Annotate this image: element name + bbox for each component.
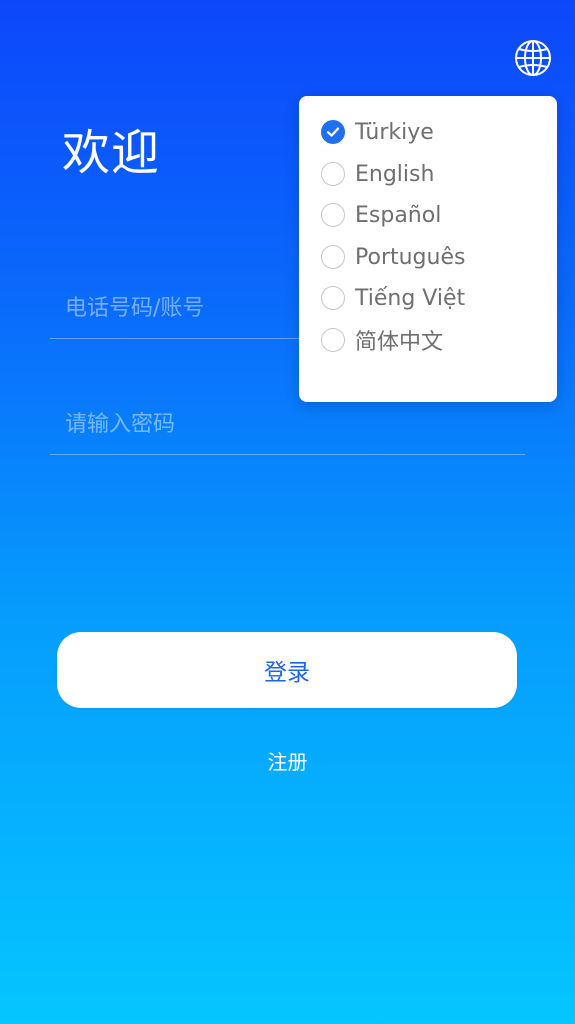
radio-unchecked-icon <box>321 203 345 227</box>
language-option-simplified-chinese[interactable]: 简体中文 <box>321 325 443 355</box>
radio-checked-icon <box>321 120 345 144</box>
language-option-label: 简体中文 <box>355 330 444 355</box>
globe-icon[interactable] <box>514 39 552 77</box>
language-option-label: Español <box>355 202 442 228</box>
language-option-espanol[interactable]: Español <box>321 200 441 230</box>
register-link[interactable]: 注册 <box>0 746 575 775</box>
language-option-label: Português <box>355 244 466 270</box>
language-option-tieng-viet[interactable]: Tiếng Việt <box>321 283 465 313</box>
welcome-title: 欢迎 <box>62 125 161 181</box>
language-option-label: Tiếng Việt <box>355 285 466 311</box>
radio-unchecked-icon <box>321 286 345 310</box>
language-option-portugues[interactable]: Português <box>321 242 465 272</box>
login-button[interactable]: 登录 <box>57 632 517 708</box>
radio-unchecked-icon <box>321 245 345 269</box>
language-option-label: Türkiye <box>355 119 434 145</box>
password-input[interactable] <box>65 402 505 446</box>
password-field <box>50 394 525 455</box>
language-option-label: English <box>355 161 435 187</box>
language-menu: Türkiye English Español Português Tiếng … <box>299 96 557 402</box>
language-option-english[interactable]: English <box>321 159 434 189</box>
radio-unchecked-icon <box>321 162 345 186</box>
language-option-turkiye[interactable]: Türkiye <box>321 117 434 147</box>
radio-unchecked-icon <box>321 328 345 352</box>
